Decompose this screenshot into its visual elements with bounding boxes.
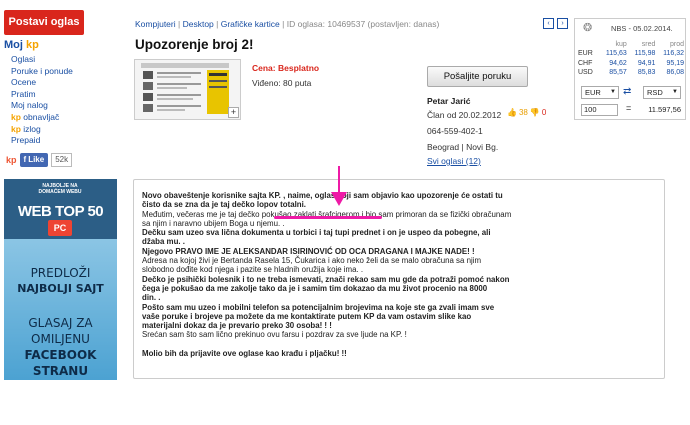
description-line: slobodno dođite kod njega i pazite se hl… bbox=[142, 265, 364, 275]
facebook-like-count: 52k bbox=[51, 153, 73, 167]
thumbs-down-icon[interactable]: 👎 bbox=[530, 108, 540, 117]
description-line: sa njim i naravno ubijem Boga u njemu. . bbox=[142, 218, 285, 228]
banner-line: GLASAJ ZA bbox=[28, 316, 93, 330]
description-line: Pošto sam mu uzeo i mobilni telefon sa p… bbox=[142, 302, 495, 312]
description-line: Molio bih da prijavite ove oglase kao kr… bbox=[142, 348, 347, 358]
description-line: čega je pokušao da me zakolje tako da je… bbox=[142, 283, 488, 293]
web-top-50-banner[interactable]: NAJBOLJE NA DOMAĆEM WEBU WEB TOP 50 PC P… bbox=[4, 179, 117, 380]
equals-sign: = bbox=[626, 103, 632, 113]
table-row: USD 85,57 85,83 86,08 bbox=[578, 69, 684, 77]
menu-item-prepaid[interactable]: Prepaid bbox=[11, 135, 73, 147]
breadcrumb-link[interactable]: Grafičke kartice bbox=[221, 19, 280, 29]
description-line: Adresa na kojoj živi je Bertanda Rasela … bbox=[142, 256, 482, 266]
banner-line: NAJBOLJI SAJT bbox=[17, 282, 104, 295]
banner-title: WEB TOP 50 bbox=[17, 203, 104, 220]
table-row: CHF 94,62 94,91 95,19 bbox=[578, 59, 684, 67]
banner-tagline: NAJBOLJE NA DOMAĆEM WEBU bbox=[38, 183, 82, 195]
votes-down-count: 0 bbox=[541, 108, 547, 117]
menu-item-obnavljac[interactable]: kp obnavljač bbox=[11, 112, 73, 124]
swap-currencies-icon[interactable]: ⇄ bbox=[623, 86, 631, 97]
seller-location: Beograd | Novi Bg. bbox=[427, 142, 499, 152]
next-ad-arrow-icon[interactable]: › bbox=[557, 18, 568, 29]
menu-item-poruke[interactable]: Poruke i ponude bbox=[11, 66, 73, 78]
description-line: materijalni dokaz da je prevario preko 3… bbox=[142, 321, 332, 331]
seller-phone: 064-559-402-1 bbox=[427, 126, 483, 136]
annotation-arrow-icon bbox=[331, 192, 347, 206]
description-line: Novo obaveštenje korisnike sajta KP. , n… bbox=[142, 191, 503, 200]
seller-votes: 👍 38 👎 0 bbox=[507, 108, 546, 117]
from-currency-select[interactable]: EUR ▼ bbox=[581, 86, 619, 99]
description-line: vaše poruke i brojeve pa možete da me ko… bbox=[142, 311, 472, 321]
ad-description: Novo obaveštenje korisnike sajta KP. , n… bbox=[133, 179, 665, 379]
menu-item-pratim[interactable]: Pratim bbox=[11, 89, 73, 101]
chevron-down-icon: ▼ bbox=[672, 89, 678, 95]
chevron-down-icon: ▼ bbox=[610, 89, 616, 95]
menu-item-oglasi[interactable]: Oglasi bbox=[11, 54, 73, 66]
ad-pager: ‹ › bbox=[543, 18, 568, 29]
description-line: Dečko je psihički bolesnik i to ne treba… bbox=[142, 274, 510, 284]
breadcrumb: Kompjuteri | Desktop | Grafičke kartice … bbox=[135, 19, 439, 29]
description-line: čisto da se zna da je taj dečko lopov to… bbox=[142, 200, 306, 210]
kp-icon: kp bbox=[11, 111, 21, 122]
votes-up-count: 38 bbox=[518, 108, 528, 117]
menu-item-ocene[interactable]: Ocene bbox=[11, 77, 73, 89]
menu-item-izlog[interactable]: kp izlog bbox=[11, 124, 73, 136]
pc-press-logo: PC bbox=[48, 220, 72, 236]
banner-line: OMILJENU bbox=[31, 332, 90, 346]
ad-title: Upozorenje broj 2! bbox=[135, 37, 254, 52]
description-line: din. . bbox=[142, 293, 161, 303]
facebook-like-button[interactable]: f Like bbox=[19, 153, 49, 167]
price-value: Besplatno bbox=[277, 63, 320, 73]
my-kp-label: Moj bbox=[4, 39, 26, 51]
facebook-icon: f bbox=[23, 155, 27, 164]
description-line: Međutim, večeras me je taj dečko pokušao… bbox=[142, 209, 512, 219]
description-line: Dečku sam uzeo sva lična dokumenta u tor… bbox=[142, 228, 491, 238]
description-line: džaba mu. . bbox=[142, 237, 185, 247]
description-line: Njegovo PRAVO IME JE ALEKSANDAR ISIRINOV… bbox=[142, 246, 475, 256]
ad-id-meta: ID oglasa: 10469537 (postavljen: danas) bbox=[286, 19, 440, 29]
kp-icon: kp bbox=[11, 123, 21, 134]
to-currency-select[interactable]: RSD ▼ bbox=[643, 86, 681, 99]
exchange-rate-table: kup sred prod EUR 115,63 115,98 116,32 CHF 94,… bbox=[578, 40, 684, 78]
my-kp-heading: Moj kp bbox=[4, 39, 39, 51]
description-line: Srećan sam što sam lično prekinuo ovu fa… bbox=[142, 330, 407, 340]
send-message-button[interactable]: Pošaljite poruku bbox=[427, 66, 528, 87]
banner-line: STRANU bbox=[32, 364, 89, 378]
breadcrumb-link[interactable]: Desktop bbox=[183, 19, 214, 29]
table-header-row: kup sred prod bbox=[615, 41, 685, 48]
table-row: EUR 115,63 115,98 116,32 bbox=[578, 50, 684, 58]
social-bar: kp f Like 52k bbox=[6, 153, 73, 167]
price-label: Cena: bbox=[252, 63, 278, 73]
account-menu: Oglasi Poruke i ponude Ocene Pratim Moj … bbox=[11, 54, 73, 147]
currency-converter: ❂ NBS - 05.02.2014. kup sred prod EUR 115,6… bbox=[574, 18, 686, 120]
amount-input[interactable]: 100 bbox=[581, 104, 618, 116]
breadcrumb-link[interactable]: Kompjuteri bbox=[135, 19, 176, 29]
price: Cena: Besplatno bbox=[252, 63, 319, 73]
all-ads-link[interactable]: Svi oglasi (12) bbox=[427, 156, 481, 166]
exchange-rate-date: NBS - 05.02.2014. bbox=[611, 24, 673, 33]
conversion-result: 11.597,56 bbox=[648, 105, 681, 114]
kp-small-logo: kp bbox=[6, 155, 17, 165]
kp-logo: kp bbox=[26, 39, 39, 51]
annotation-underline bbox=[274, 216, 382, 219]
seller-name[interactable]: Petar Jarić bbox=[427, 96, 470, 106]
menu-item-moj-nalog[interactable]: Moj nalog bbox=[11, 100, 73, 112]
banner-line: FACEBOOK bbox=[24, 348, 97, 362]
ad-image[interactable]: + bbox=[134, 59, 241, 120]
zoom-plus-icon[interactable]: + bbox=[228, 107, 239, 118]
post-ad-button[interactable]: Postavi oglas bbox=[4, 10, 84, 35]
prev-ad-arrow-icon[interactable]: ‹ bbox=[543, 18, 554, 29]
coins-icon: ❂ bbox=[583, 22, 593, 34]
thumbs-up-icon[interactable]: 👍 bbox=[507, 108, 517, 117]
view-count: Viđeno: 80 puta bbox=[252, 78, 312, 88]
member-since: Član od 20.02.2012 bbox=[427, 110, 502, 120]
graphics-card-listing-image bbox=[135, 60, 240, 119]
banner-line: PREDLOŽI bbox=[30, 266, 91, 280]
